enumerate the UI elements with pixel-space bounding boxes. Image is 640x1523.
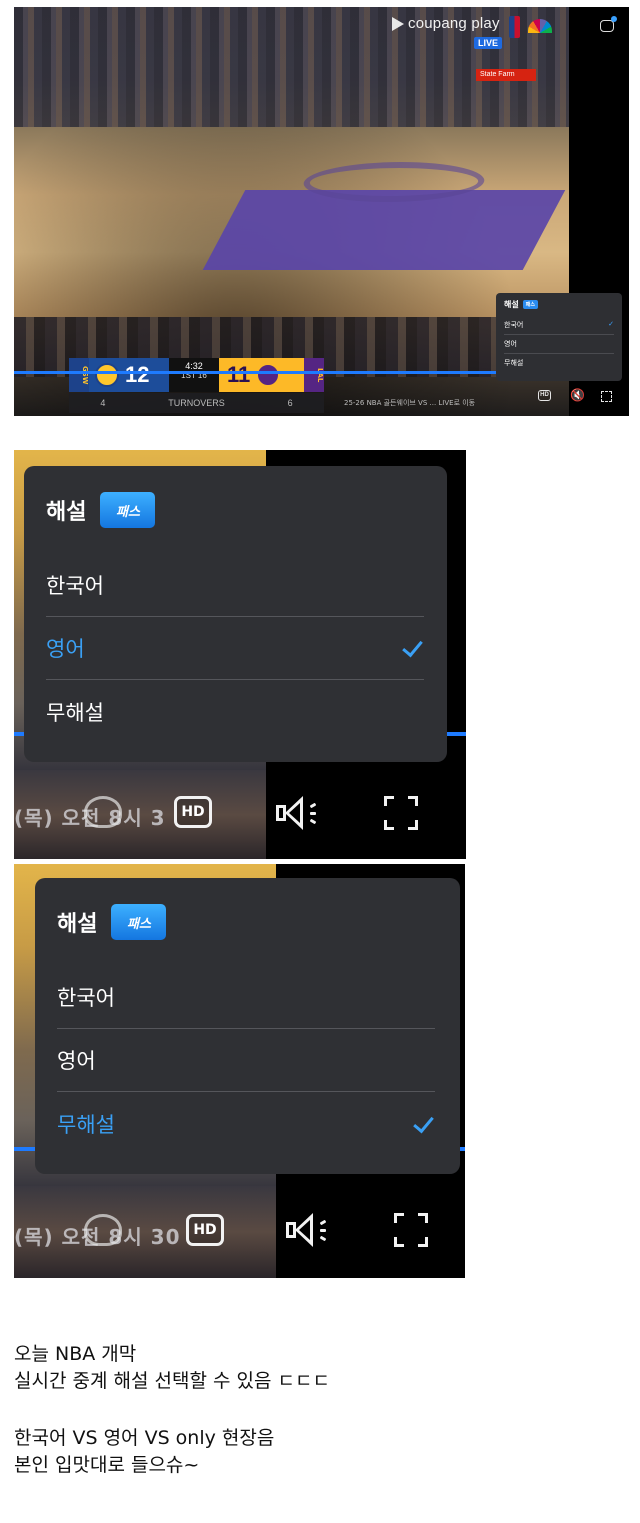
- menu-title: 해설: [504, 300, 519, 309]
- subtitle-icon[interactable]: [84, 1214, 122, 1246]
- option-label: 영어: [46, 637, 85, 661]
- lal-logo-icon: [256, 363, 281, 387]
- speaker-icon[interactable]: [286, 1211, 334, 1251]
- zoomed-menu-english: (목) 오전 8시 3 HD 해설 패스 한국어 영어 무해설: [14, 450, 466, 859]
- menu-option-no-commentary[interactable]: 무해설: [504, 354, 614, 372]
- away-team-panel: 11: [219, 358, 304, 392]
- menu-option-korean[interactable]: 한국어 ✓: [504, 316, 614, 335]
- option-label: 한국어: [57, 986, 115, 1010]
- fullscreen-icon[interactable]: [394, 1213, 428, 1247]
- caption-line: 실시간 중계 해설 선택할 수 있음 ㄷㄷㄷ: [14, 1370, 330, 1392]
- option-label: 무해설: [504, 359, 524, 367]
- caption-line: 한국어 VS 영어 VS only 현장음: [14, 1427, 275, 1449]
- menu-options: 한국어 영어 무해설: [46, 554, 424, 743]
- menu-option-english[interactable]: 영어: [504, 335, 614, 354]
- sponsor-sign: State Farm: [476, 69, 536, 81]
- option-label: 무해설: [46, 700, 104, 725]
- home-team-abbr: GSW: [69, 358, 89, 392]
- chat-icon[interactable]: [600, 16, 617, 32]
- hd-button[interactable]: HD: [174, 796, 212, 828]
- stat-bar: 4 TURNOVERS 6: [69, 393, 324, 413]
- menu-header: 해설 패스: [46, 492, 156, 528]
- play-icon: [392, 16, 404, 31]
- caption-line: 오늘 NBA 개막: [14, 1343, 137, 1365]
- live-badge: LIVE: [474, 37, 503, 49]
- video-player[interactable]: coupang play LIVE State Farm GSW 12 4:32…: [14, 7, 629, 416]
- zoomed-menu-no-commentary: (목) 오전 8시 30 HD 해설 패스 한국어 영어 무해설: [14, 864, 465, 1278]
- away-stat: 6: [287, 398, 293, 408]
- menu-title: 해설: [46, 500, 87, 525]
- brand-logo: coupang play: [392, 15, 500, 32]
- scoreboard: GSW 12 4:32 1ST 16 11 LAL: [69, 358, 324, 392]
- game-clock: 4:32: [185, 361, 203, 371]
- commentary-menu: 해설 패스 한국어 영어 무해설: [24, 466, 447, 762]
- menu-option-english[interactable]: 영어: [57, 1029, 435, 1092]
- check-icon: ✓: [608, 320, 614, 328]
- commentary-menu: 해설 패스 한국어 영어 무해설: [35, 878, 460, 1174]
- check-icon: [413, 1113, 435, 1135]
- away-team-abbr: LAL: [304, 358, 324, 392]
- home-team-panel: 12: [89, 358, 169, 392]
- menu-option-english[interactable]: 영어: [46, 617, 424, 680]
- mute-icon[interactable]: 🔇: [570, 388, 585, 402]
- pass-badge: 패스: [111, 904, 167, 940]
- option-label: 영어: [504, 340, 517, 348]
- gsw-logo-icon: [95, 363, 119, 387]
- menu-options: 한국어 영어 무해설: [57, 966, 435, 1155]
- commentary-menu: 해설 패스 한국어 ✓ 영어 무해설: [496, 293, 622, 381]
- subtitle-icon[interactable]: [84, 796, 122, 828]
- option-label: 한국어: [504, 321, 524, 329]
- home-stat: 4: [100, 398, 106, 408]
- pass-badge: 패스: [100, 492, 156, 528]
- speaker-icon[interactable]: [276, 794, 324, 834]
- hd-button[interactable]: HD: [186, 1214, 224, 1246]
- nba-logo-icon: [509, 16, 520, 38]
- option-label: 영어: [57, 1049, 96, 1073]
- home-score: 12: [125, 362, 150, 387]
- option-label: 한국어: [46, 574, 104, 598]
- brand-name: coupang play: [408, 15, 500, 32]
- menu-option-korean[interactable]: 한국어: [46, 554, 424, 617]
- hd-button[interactable]: HD: [538, 390, 551, 401]
- menu-title: 해설: [57, 912, 98, 937]
- check-icon: [402, 637, 424, 659]
- progress-bar[interactable]: [14, 371, 569, 374]
- fullscreen-icon[interactable]: [601, 391, 612, 402]
- stat-label: TURNOVERS: [168, 398, 225, 408]
- fullscreen-icon[interactable]: [384, 796, 418, 830]
- option-label: 무해설: [57, 1112, 115, 1137]
- court-paint: [202, 190, 566, 270]
- caption-line: 본인 입맛대로 들으슈~: [14, 1454, 200, 1476]
- away-score: 11: [227, 362, 251, 387]
- menu-header: 해설 패스: [504, 299, 614, 310]
- menu-option-no-commentary[interactable]: 무해설: [57, 1092, 435, 1155]
- menu-header: 해설 패스: [57, 904, 167, 940]
- menu-option-no-commentary[interactable]: 무해설: [46, 680, 424, 743]
- ticker-text: 25-26 NBA 골든웨이브 VS ... LIVE로 이동: [344, 399, 476, 407]
- menu-option-korean[interactable]: 한국어: [57, 966, 435, 1029]
- pass-badge: 패스: [522, 300, 538, 309]
- game-clock-panel: 4:32 1ST 16: [169, 358, 219, 392]
